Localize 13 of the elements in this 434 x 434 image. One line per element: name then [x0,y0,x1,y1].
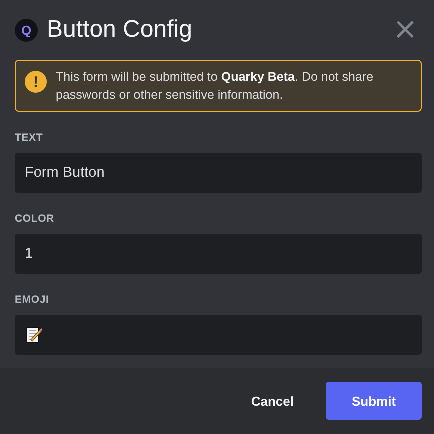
app-logo: Q [15,18,38,42]
field-label: COLOR [15,213,56,225]
emoji-field[interactable] [15,315,422,355]
submit-button[interactable]: Submit [326,382,422,420]
memo-icon [25,326,43,344]
input-field[interactable]: 1 [15,234,422,274]
input-field[interactable]: Form Button [15,153,422,193]
cancel-button[interactable]: Cancel [237,384,308,418]
warning-text: This form will be submitted to Quarky Beta. Do not share passwords or other sensitive information. [56,69,375,104]
field-label: EMOJI [15,294,50,306]
dialog-title: Button Config [47,16,194,44]
field-label: TEXT [15,132,44,144]
warning-icon: ! [25,71,47,93]
